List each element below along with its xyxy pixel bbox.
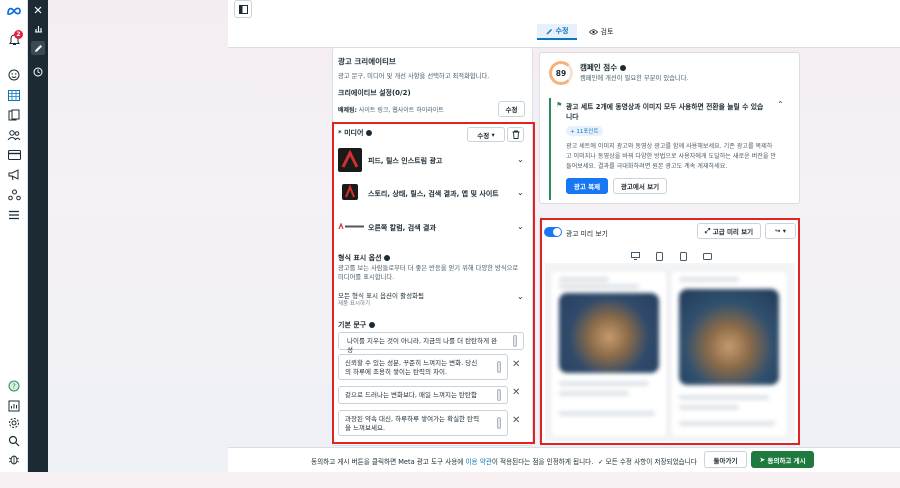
- bug-report-icon[interactable]: [6, 451, 22, 467]
- terms-notice-suffix: 이 적용된다는 점을 인정하게 됩니다.: [491, 458, 594, 466]
- help-icon[interactable]: ?: [6, 378, 22, 394]
- recommendation-accent-bar: [549, 98, 551, 200]
- publish-button-label: 동의하고 게시: [767, 456, 806, 465]
- checkmark-icon: ✓: [598, 458, 604, 466]
- recommendation-body-1: 광고 세트에 이미지 광고와 동영상 광고를 함께 사용해보세요. 기존 광고를…: [566, 143, 773, 150]
- save-status-label: 모든 수정 사항이 저장되었습니다: [605, 458, 697, 466]
- creative-title: 광고 크리에이티브: [338, 57, 396, 66]
- notification-badge: 2: [14, 30, 23, 39]
- view-in-ads-button[interactable]: 광고에서 보기: [613, 178, 667, 194]
- creative-settings-edit-button[interactable]: 수정: [498, 101, 525, 117]
- campaign-score-title-label: 캠페인 점수: [580, 63, 618, 72]
- close-icon[interactable]: [31, 3, 45, 17]
- terms-notice-prefix: 동의하고 게시 버튼을 클릭하면 Meta 광고 도구 사용에: [311, 458, 464, 466]
- campaign-tools-sidebar: [28, 0, 48, 472]
- recommendation-title-1: 광고 세트 2개에 동영상과 이미지 모두 사용하면 전환을 늘릴 수 있습: [566, 103, 764, 111]
- menu-hamburger-icon[interactable]: [6, 207, 22, 223]
- people-network-icon[interactable]: [6, 187, 22, 203]
- pencil-icon: [546, 28, 552, 34]
- save-status: ✓ 모든 수정 사항이 저장되었습니다: [598, 456, 697, 466]
- audience-icon[interactable]: [6, 127, 22, 143]
- tab-review-label: 검토: [600, 28, 614, 36]
- lightbulb-icon: ⚑: [556, 101, 563, 109]
- tab-edit[interactable]: 수정: [537, 24, 577, 40]
- tab-edit-label: 수정: [555, 27, 569, 35]
- panel-toggle-button[interactable]: [234, 0, 252, 18]
- exclusions-text: 배제됨: 사이트 링크, 웹사이트 하이라이트: [338, 105, 444, 114]
- campaign-score-subtitle: 캠페인에 개선이 필요한 부분이 있습니다.: [580, 75, 689, 82]
- preview-highlight: [540, 218, 800, 445]
- bottom-strip: [0, 472, 900, 488]
- pages-icon[interactable]: [6, 107, 22, 123]
- media-and-text-highlight: [332, 122, 535, 444]
- smiley-icon[interactable]: [6, 67, 22, 83]
- main-sidebar: 2 ?: [0, 0, 28, 488]
- recommendation-body-2: 고 이미지나 동영상을 바꿔 다양한 방법으로 사용자에게 도달하는 새로운 버…: [566, 153, 776, 160]
- panel-toggle-icon: [238, 4, 248, 14]
- table-grid-icon[interactable]: [6, 87, 22, 103]
- pencil-edit-icon[interactable]: [31, 41, 45, 55]
- creative-subtitle: 광고 문구, 미디어 및 개선 사항을 선택하고 최적화합니다.: [338, 73, 490, 80]
- search-icon[interactable]: [6, 433, 22, 449]
- campaign-score-ring: 89: [549, 61, 573, 85]
- recommendation-title-2: 니다: [566, 113, 579, 121]
- tab-review[interactable]: 검토: [583, 24, 619, 40]
- terms-notice: 동의하고 게시 버튼을 클릭하면 Meta 광고 도구 사용에 이용 약관이 적…: [311, 456, 593, 466]
- exclusions-value: 사이트 링크, 웹사이트 하이라이트: [358, 107, 444, 114]
- clock-history-icon[interactable]: [31, 65, 45, 79]
- info-icon: [619, 65, 626, 71]
- meta-logo-icon[interactable]: [6, 3, 22, 19]
- publish-button[interactable]: ➤ 동의하고 게시: [751, 451, 814, 468]
- eye-icon: [588, 29, 598, 35]
- campaign-score-title: 캠페인 점수: [580, 62, 626, 73]
- back-button[interactable]: 돌아가기: [704, 451, 747, 468]
- recommendation-body-3: 들어보세요. 결과를 극대화하려면 원본 광고도 계속 게재하세요.: [566, 163, 728, 170]
- bar-chart-icon[interactable]: [31, 21, 45, 35]
- send-icon: ➤: [759, 455, 766, 464]
- terms-link[interactable]: 이용 약관: [465, 458, 491, 466]
- chevron-up-icon[interactable]: ⌃: [777, 100, 784, 109]
- settings-gear-icon[interactable]: [6, 415, 22, 431]
- megaphone-icon[interactable]: [6, 167, 22, 183]
- exclusions-label: 배제됨:: [338, 107, 357, 114]
- billing-card-icon[interactable]: [6, 147, 22, 163]
- duplicate-ad-button[interactable]: 광고 복제: [566, 178, 608, 194]
- svg-text:?: ?: [12, 383, 16, 391]
- points-badge: + 11포인트: [566, 126, 603, 136]
- creative-settings-title: 크리에이티브 설정(0/2): [338, 89, 411, 97]
- reports-icon[interactable]: [6, 398, 22, 414]
